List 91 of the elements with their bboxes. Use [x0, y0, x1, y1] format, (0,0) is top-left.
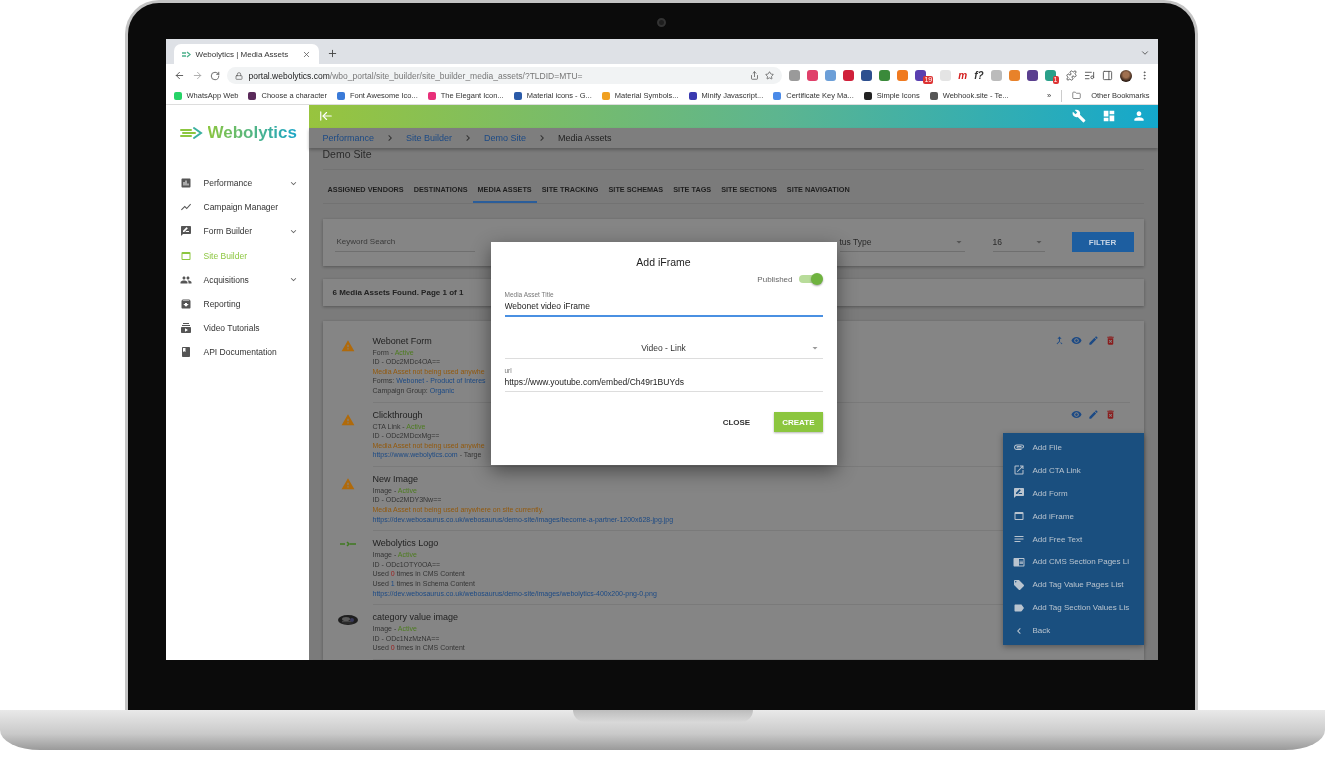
- layout-icon: [179, 249, 192, 262]
- user-icon[interactable]: [1131, 109, 1146, 124]
- menu-item[interactable]: Add Tag Section Values Lis: [1002, 596, 1144, 620]
- folder-icon: [1072, 91, 1082, 100]
- extension-icon[interactable]: [807, 70, 819, 81]
- dialog-title: Add iFrame: [635, 256, 692, 268]
- asset-title: category value image: [372, 611, 459, 625]
- close-icon[interactable]: [301, 49, 311, 59]
- side-panel-icon[interactable]: [1101, 70, 1113, 81]
- window-icon: [1012, 510, 1025, 523]
- sidebar-item[interactable]: Reporting: [165, 291, 309, 317]
- keyword-search-field[interactable]: Keyword Search: [334, 232, 475, 253]
- menu-item[interactable]: Add CTA Link: [1002, 458, 1144, 482]
- share-icon[interactable]: [750, 71, 760, 80]
- asset-title: New Image: [372, 472, 419, 486]
- panel-icon: [1012, 555, 1025, 568]
- menu-item[interactable]: Add File: [1002, 436, 1144, 459]
- menu-item[interactable]: Add Free Text: [1002, 527, 1144, 551]
- menu-item[interactable]: Back: [1002, 619, 1144, 642]
- published-toggle[interactable]: [798, 273, 823, 285]
- reload-icon[interactable]: [209, 70, 220, 81]
- browser-tab[interactable]: Webolytics | Media Assets: [173, 44, 319, 64]
- pencil-icon[interactable]: [1087, 334, 1099, 346]
- book-icon: [179, 346, 192, 359]
- extension-icon[interactable]: [843, 70, 855, 81]
- trash-icon[interactable]: [1104, 408, 1116, 420]
- new-tab-icon[interactable]: [326, 48, 338, 59]
- asset-title: Clickthrough: [372, 408, 423, 422]
- logo-icon: [338, 541, 357, 548]
- menu-item[interactable]: Add Form: [1002, 481, 1144, 505]
- sidebar-item[interactable]: API Documentation: [165, 340, 309, 365]
- warning-icon: [340, 338, 355, 353]
- forward-icon[interactable]: [191, 70, 203, 81]
- page-size-select[interactable]: 16: [992, 232, 1045, 253]
- sidebar-item[interactable]: Acquisitions: [165, 267, 309, 292]
- media-icon[interactable]: [1083, 70, 1095, 81]
- form-icon: [179, 225, 192, 238]
- menu-item[interactable]: Add Tag Value Pages List: [1002, 573, 1144, 597]
- page-title: Demo Site: [322, 147, 1144, 170]
- text-lines-icon: [1012, 533, 1025, 545]
- menu-item[interactable]: Add CMS Section Pages Li: [1002, 550, 1144, 574]
- back-icon[interactable]: [173, 70, 185, 81]
- extensions-icon[interactable]: [1065, 70, 1077, 81]
- extension-icon[interactable]: [1044, 70, 1056, 81]
- menu-item[interactable]: Add iFrame: [1002, 504, 1144, 528]
- sidebar-item[interactable]: Form Builder: [165, 219, 309, 244]
- tab-list-icon[interactable]: [1139, 48, 1150, 58]
- pencil-icon[interactable]: [1087, 408, 1099, 420]
- wrench-icon[interactable]: [1071, 109, 1086, 124]
- asset-title: Webolytics Logo: [372, 537, 439, 551]
- filter-button[interactable]: FILTER: [1071, 232, 1134, 253]
- extension-icon[interactable]: [879, 70, 891, 81]
- status-select[interactable]: tus Type: [839, 232, 965, 253]
- dashboard-icon[interactable]: [1101, 109, 1116, 124]
- url-field[interactable]: https://www.youtube.com/embed/Ch49r1BUYds: [504, 377, 823, 387]
- tab-title: Webolytics | Media Assets: [195, 49, 290, 59]
- logo-icon: [179, 126, 204, 140]
- warning-icon: [340, 412, 355, 427]
- toggle-label: Published: [757, 274, 793, 284]
- title-field[interactable]: Webonet video iFrame: [504, 301, 823, 311]
- avatar[interactable]: [1119, 69, 1132, 82]
- chart-icon: [179, 177, 192, 190]
- eye-icon[interactable]: [1070, 334, 1082, 346]
- logo-text: Webolytics: [207, 123, 297, 143]
- trash-icon[interactable]: [1104, 334, 1116, 346]
- address-bar[interactable]: portal.webolytics.com/wbo_portal/site_builder/site_builder_media_assets/?TLDID=MTU=: [226, 67, 783, 84]
- video-icon: [179, 322, 192, 335]
- extension-icon[interactable]: m: [958, 70, 968, 81]
- eye-icon[interactable]: [1070, 408, 1082, 420]
- sidebar-item[interactable]: Video Tutorials: [165, 316, 309, 341]
- lock-icon: [234, 71, 243, 80]
- extension-icon[interactable]: [915, 70, 927, 81]
- extension-icon[interactable]: f?: [974, 70, 984, 81]
- tag-icon: [1012, 578, 1025, 591]
- external-link-icon: [1012, 464, 1025, 477]
- collapse-icon[interactable]: [318, 109, 333, 124]
- camera-icon: [657, 18, 666, 27]
- extension-icon[interactable]: [861, 70, 873, 81]
- url-text: portal.webolytics.com/wbo_portal/site_builder/site_builder_media_assets/?TLDID=MTU=: [248, 70, 584, 81]
- form-icon: [1012, 487, 1025, 500]
- asset-title: Webonet Form: [372, 334, 432, 348]
- sidebar-item[interactable]: Campaign Manager: [165, 195, 309, 220]
- close-button[interactable]: CLOSE: [714, 412, 759, 432]
- favicon-icon: [181, 50, 191, 58]
- warning-icon: [340, 476, 355, 491]
- bookmark-star-icon[interactable]: [765, 71, 775, 80]
- archive-icon: [179, 298, 192, 311]
- results-count: 6 Media Assets Found. Page 1 of 1: [332, 287, 464, 297]
- sidebar-item[interactable]: Performance: [165, 171, 309, 196]
- extension-icon[interactable]: [1026, 70, 1038, 81]
- type-select[interactable]: Video - Link: [504, 337, 823, 359]
